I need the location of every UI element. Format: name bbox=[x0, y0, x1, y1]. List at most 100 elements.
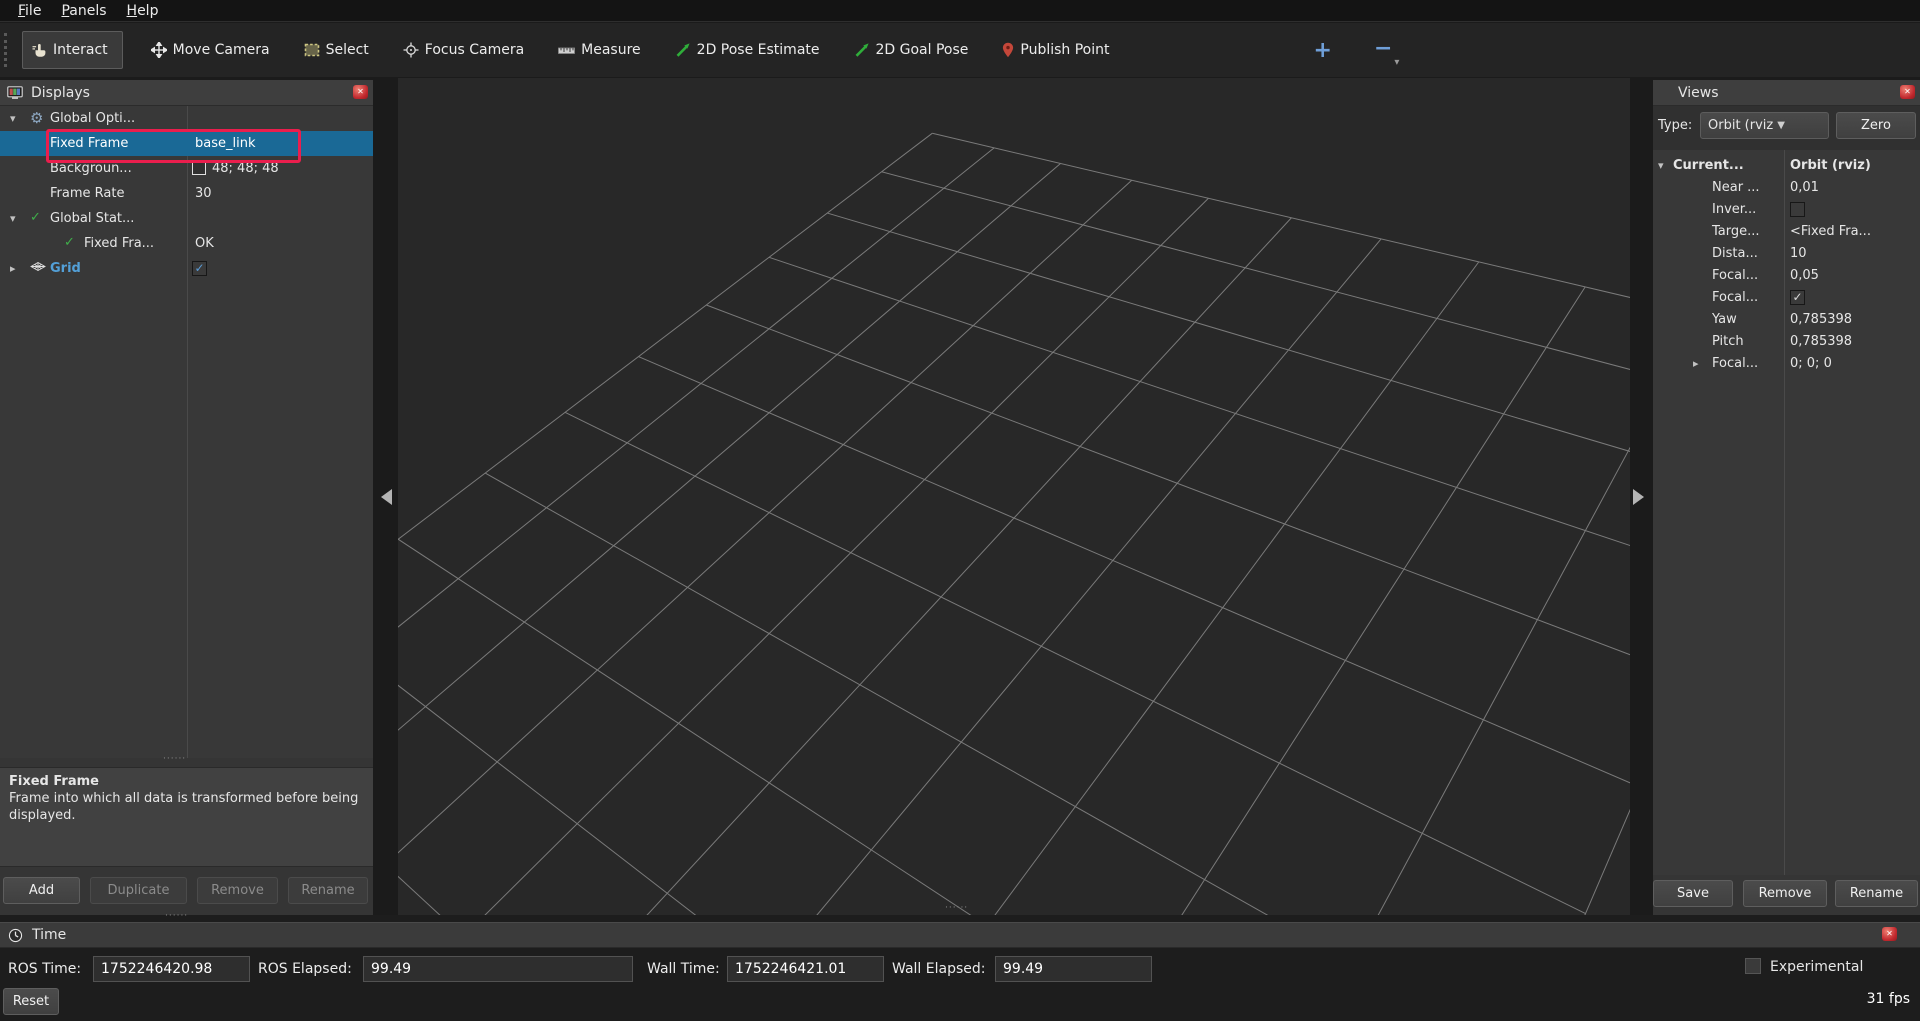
remove-button-label: Remove bbox=[211, 883, 264, 898]
tool-publish-point[interactable]: Publish Point bbox=[1002, 42, 1109, 58]
views-close-button[interactable]: ✕ bbox=[1900, 85, 1915, 99]
expander-open-icon[interactable]: ▾ bbox=[1658, 155, 1664, 177]
zero-button[interactable]: Zero bbox=[1836, 112, 1916, 139]
rename-button[interactable]: Rename bbox=[1835, 880, 1918, 907]
time-panel-title: Time bbox=[32, 927, 66, 943]
time-panel: Time ✕ ROS Time:1752246420.98ROS Elapsed… bbox=[0, 915, 1920, 1021]
right-splitter-arrow-icon[interactable] bbox=[1633, 489, 1644, 505]
tree-row-fixedfra[interactable]: ✓Fixed Fra...OK bbox=[0, 231, 373, 256]
add-tool-label: + bbox=[1314, 38, 1332, 63]
view-row-focal[interactable]: Focal...✓ bbox=[1653, 287, 1920, 309]
tree-row-backgroun[interactable]: Backgroun...48; 48; 48 bbox=[0, 156, 373, 181]
property-value: 10 bbox=[1790, 243, 1807, 265]
viewport-splitter-handle[interactable]: ······ bbox=[945, 906, 968, 910]
ros-elapsed-field[interactable]: 99.49 bbox=[363, 956, 633, 982]
views-panel-title: Views bbox=[1678, 85, 1719, 101]
remove-tool-dropdown-icon[interactable]: ▾ bbox=[1394, 57, 1399, 68]
duplicate-button-label: Duplicate bbox=[108, 883, 170, 898]
displays-close-button[interactable]: ✕ bbox=[353, 85, 368, 99]
tool-measure[interactable]: Measure bbox=[558, 42, 641, 58]
view-row-inver[interactable]: Inver... bbox=[1653, 199, 1920, 221]
monitor-icon bbox=[7, 86, 23, 100]
timepanel-splitter-handle[interactable]: ······ bbox=[165, 914, 188, 918]
reset-button-label: Reset bbox=[13, 994, 49, 1009]
expander-open-icon[interactable]: ▾ bbox=[10, 206, 16, 231]
menu-item-file[interactable]: File bbox=[8, 2, 51, 20]
tool-label: 2D Goal Pose bbox=[876, 42, 969, 58]
views-panel: Views ✕ Type: Orbit (rviz ▼ Zero ▾Curren… bbox=[1653, 80, 1920, 915]
check-icon: ✓ bbox=[64, 236, 75, 249]
property-checkbox[interactable]: ✓ bbox=[1790, 290, 1805, 305]
tool-select[interactable]: Select bbox=[304, 42, 369, 58]
3d-viewport[interactable] bbox=[398, 78, 1630, 915]
view-row-dista[interactable]: Dista... 10 bbox=[1653, 243, 1920, 265]
reset-button[interactable]: Reset bbox=[3, 988, 59, 1015]
property-description-box: Fixed Frame Frame into which all data is… bbox=[0, 767, 373, 867]
toolbar-drag-handle-icon[interactable] bbox=[4, 33, 10, 67]
remove-tool-button[interactable]: −▾ bbox=[1374, 36, 1397, 61]
property-value: Orbit (rviz) bbox=[1790, 155, 1871, 177]
property-name: Backgroun... bbox=[50, 156, 132, 181]
expander-open-icon[interactable]: ▾ bbox=[10, 106, 16, 131]
tool-label: Publish Point bbox=[1020, 42, 1109, 58]
time-panel-header[interactable]: Time bbox=[0, 922, 1920, 948]
displays-panel-header[interactable]: Displays ✕ bbox=[0, 80, 373, 106]
tool-focus-camera[interactable]: Focus Camera bbox=[403, 42, 524, 58]
property-name: Global Opti... bbox=[50, 106, 135, 131]
experimental-checkbox[interactable] bbox=[1745, 958, 1761, 974]
expander-closed-icon[interactable]: ▸ bbox=[1693, 353, 1699, 375]
menu-item-panels[interactable]: Panels bbox=[51, 2, 116, 20]
wall-elapsed-field[interactable]: 99.49 bbox=[995, 956, 1152, 982]
view-row-yaw[interactable]: Yaw0,785398 bbox=[1653, 309, 1920, 331]
grid-icon bbox=[30, 261, 46, 272]
field-value: 99.49 bbox=[371, 961, 411, 977]
view-row-focal[interactable]: ▸Focal...0; 0; 0 bbox=[1653, 353, 1920, 375]
property-value: 30 bbox=[195, 181, 212, 206]
property-name: Grid bbox=[50, 256, 81, 281]
property-value: <Fixed Fra... bbox=[1790, 221, 1871, 243]
tree-row-globalopti[interactable]: ▾⚙Global Opti... bbox=[0, 106, 373, 131]
time-close-button[interactable]: ✕ bbox=[1882, 927, 1897, 941]
left-splitter-arrow-icon[interactable] bbox=[381, 489, 392, 505]
expander-closed-icon[interactable]: ▸ bbox=[10, 256, 16, 281]
views-tree: ▾Current...Orbit (rviz)Near ...0,01Inver… bbox=[1653, 150, 1920, 875]
displays-splitter-handle[interactable]: ······ bbox=[163, 757, 186, 761]
experimental-label: Experimental bbox=[1770, 959, 1863, 975]
tool-2d-goal-pose[interactable]: 2D Goal Pose bbox=[854, 42, 969, 58]
property-name: Fixed Frame bbox=[50, 131, 128, 156]
menu-item-help[interactable]: Help bbox=[117, 2, 169, 20]
tool-move-camera[interactable]: Move Camera bbox=[151, 42, 270, 58]
wall-time-field[interactable]: 1752246421.01 bbox=[727, 956, 884, 982]
view-row-targe[interactable]: Targe...<Fixed Fra... bbox=[1653, 221, 1920, 243]
property-checkbox[interactable]: ✓ bbox=[192, 261, 207, 276]
view-row-current[interactable]: ▾Current...Orbit (rviz) bbox=[1653, 155, 1920, 177]
property-name: Dista... bbox=[1712, 243, 1758, 265]
pose-arrow-icon bbox=[675, 42, 691, 58]
tool-label: Measure bbox=[581, 42, 641, 58]
property-name: Inver... bbox=[1712, 199, 1756, 221]
ros-time-field[interactable]: 1752246420.98 bbox=[93, 956, 250, 982]
property-checkbox[interactable] bbox=[1790, 202, 1805, 217]
property-value: 0,785398 bbox=[1790, 331, 1852, 353]
view-row-pitch[interactable]: Pitch 0,785398 bbox=[1653, 331, 1920, 353]
add-button[interactable]: Add bbox=[3, 877, 80, 904]
save-button[interactable]: Save bbox=[1653, 880, 1733, 907]
rename-button-label: Rename bbox=[301, 883, 354, 898]
property-name: Pitch bbox=[1712, 331, 1744, 353]
view-type-dropdown[interactable]: Orbit (rviz ▼ bbox=[1700, 112, 1829, 139]
views-panel-header[interactable]: Views ✕ bbox=[1653, 80, 1920, 106]
add-tool-button[interactable]: + bbox=[1314, 38, 1332, 63]
crosshair-icon bbox=[403, 42, 419, 58]
tree-row-framerate[interactable]: Frame Rate30 bbox=[0, 181, 373, 206]
displays-panel-title: Displays bbox=[31, 85, 90, 101]
property-value: 0,01 bbox=[1790, 177, 1819, 199]
tool-interact[interactable]: Interact bbox=[22, 31, 123, 69]
tree-row-fixedframe[interactable]: Fixed Framebase_link bbox=[0, 131, 373, 156]
tool-2d-pose-estimate[interactable]: 2D Pose Estimate bbox=[675, 42, 820, 58]
remove-button[interactable]: Remove bbox=[1743, 880, 1827, 907]
property-name: Yaw bbox=[1712, 309, 1737, 331]
view-row-near[interactable]: Near ...0,01 bbox=[1653, 177, 1920, 199]
view-row-focal[interactable]: Focal...0,05 bbox=[1653, 265, 1920, 287]
tree-row-grid[interactable]: ▸ Grid ✓ bbox=[0, 256, 373, 281]
tree-row-globalstat[interactable]: ▾✓Global Stat... bbox=[0, 206, 373, 231]
